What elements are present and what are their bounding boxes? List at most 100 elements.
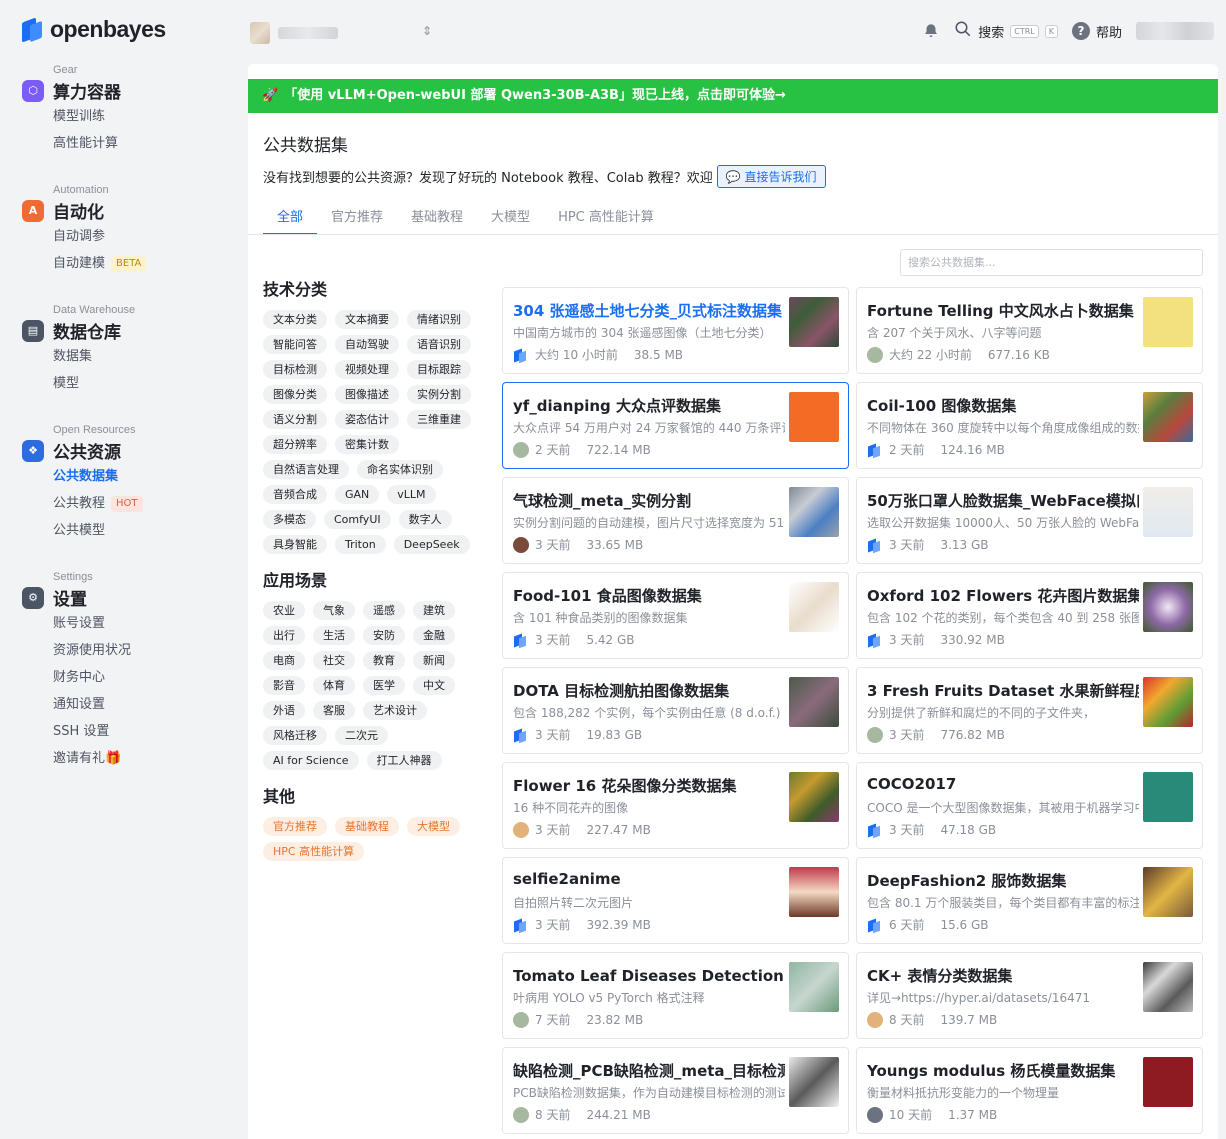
filter-tag[interactable]: 教育: [363, 651, 405, 670]
nav-section-0[interactable]: ⬡ 算力容器: [22, 78, 121, 103]
filter-tag[interactable]: 具身智能: [263, 535, 327, 554]
sidebar-item[interactable]: 高性能计算: [53, 130, 121, 157]
filter-tag[interactable]: 新闻: [413, 651, 455, 670]
filter-tag[interactable]: HPC 高性能计算: [263, 842, 365, 861]
dataset-title[interactable]: 缺陷检测_PCB缺陷检测_meta_目标检测: [513, 1060, 785, 1081]
nav-section-3[interactable]: ❖ 公共资源: [22, 438, 143, 463]
filter-tag[interactable]: 密集计数: [335, 435, 399, 454]
filter-tag[interactable]: 自然语言处理: [263, 460, 349, 479]
sidebar-item[interactable]: 资源使用状况: [53, 637, 131, 664]
sidebar-item[interactable]: 自动建模 BETA: [53, 250, 147, 277]
filter-tag[interactable]: 二次元: [335, 726, 388, 745]
filter-tag[interactable]: 图像分类: [263, 385, 327, 404]
filter-tag[interactable]: 基础教程: [335, 817, 399, 836]
filter-tag[interactable]: 命名实体识别: [357, 460, 443, 479]
filter-tag[interactable]: 外语: [263, 701, 305, 720]
sidebar-item[interactable]: 公共教程 HOT: [53, 490, 143, 517]
dataset-title[interactable]: yf_dianping 大众点评数据集: [513, 395, 785, 416]
sidebar-item[interactable]: 财务中心: [53, 664, 131, 691]
filter-tag[interactable]: 音频合成: [263, 485, 327, 504]
filter-tag[interactable]: 农业: [263, 601, 305, 620]
filter-tag[interactable]: 图像描述: [335, 385, 399, 404]
dataset-card[interactable]: 气球检测_meta_实例分割 实例分割问题的自动建模，图片尺寸选择宽度为 512 3…: [502, 477, 849, 564]
filter-tag[interactable]: 语义分割: [263, 410, 327, 429]
filter-tag[interactable]: 目标跟踪: [407, 360, 471, 379]
workspace-switcher[interactable]: ⇕: [250, 22, 432, 44]
dataset-card[interactable]: Flower 16 花朵图像分类数据集 16 种不同花卉的图像 3 天前 227.47…: [502, 762, 849, 849]
filter-tag[interactable]: 客服: [313, 701, 355, 720]
dataset-card[interactable]: 50万张口罩人脸数据集_WebFace模拟口罩 选取公开数据集 10000人、50…: [856, 477, 1203, 564]
dataset-title[interactable]: Youngs modulus 杨氏模量数据集: [867, 1060, 1139, 1081]
filter-tag[interactable]: 文本分类: [263, 310, 327, 329]
sidebar-item[interactable]: 邀请有礼🎁: [53, 745, 131, 772]
filter-tag[interactable]: 数字人: [398, 510, 452, 529]
nav-section-4[interactable]: ⚙ 设置: [22, 585, 131, 610]
tab-2[interactable]: 基础教程: [397, 207, 477, 235]
sidebar-item[interactable]: SSH 设置: [53, 718, 131, 745]
filter-tag[interactable]: 姿态估计: [335, 410, 399, 429]
dataset-card[interactable]: selfie2anime 自拍照片转二次元图片 3 天前 392.39 MB: [502, 857, 849, 944]
dataset-title[interactable]: 50万张口罩人脸数据集_WebFace模拟口罩: [867, 490, 1139, 511]
dataset-card[interactable]: 304 张遥感土地七分类_贝式标注数据集 中国南方城市的 304 张遥感图像（土地…: [502, 287, 849, 374]
dataset-card[interactable]: Coil-100 图像数据集 不同物体在 360 度旋转中以每个角度成像组成的数据…: [856, 382, 1203, 469]
sidebar-item[interactable]: 公共模型: [53, 517, 143, 544]
filter-tag[interactable]: 语音识别: [407, 335, 471, 354]
dataset-title[interactable]: selfie2anime: [513, 870, 785, 888]
filter-tag[interactable]: 安防: [363, 626, 405, 645]
dataset-card[interactable]: Oxford 102 Flowers 花卉图片数据集 包含 102 个花的类别，每…: [856, 572, 1203, 659]
help-button[interactable]: ? 帮助: [1071, 22, 1122, 41]
filter-tag[interactable]: 建筑: [413, 601, 455, 620]
filter-tag[interactable]: 影音: [263, 676, 305, 695]
dataset-card[interactable]: 缺陷检测_PCB缺陷检测_meta_目标检测 PCB缺陷检测数据集，作为自动建模目…: [502, 1047, 849, 1134]
sidebar-item[interactable]: 模型训练: [53, 103, 121, 130]
filter-tag[interactable]: 出行: [263, 626, 305, 645]
filter-tag[interactable]: 打工人神器: [366, 751, 442, 770]
filter-tag[interactable]: 文本摘要: [335, 310, 399, 329]
dataset-card[interactable]: Tomato Leaf Diseases Detection 番茄叶病检测数据集…: [502, 952, 849, 1039]
dataset-card[interactable]: yf_dianping 大众点评数据集 大众点评 54 万用户对 24 万家餐馆的…: [502, 382, 849, 469]
dataset-title[interactable]: 3 Fresh Fruits Dataset 水果新鲜程度分类数据集: [867, 680, 1139, 701]
filter-tag[interactable]: 医学: [363, 676, 405, 695]
filter-tag[interactable]: 超分辨率: [263, 435, 327, 454]
dataset-title[interactable]: Tomato Leaf Diseases Detection 番茄叶病检测数据集: [513, 965, 785, 986]
filter-tag[interactable]: DeepSeek: [393, 535, 470, 554]
filter-tag[interactable]: 智能问答: [263, 335, 327, 354]
filter-tag[interactable]: 三维重建: [407, 410, 471, 429]
nav-section-1[interactable]: A 自动化: [22, 198, 146, 223]
filter-tag[interactable]: 自动驾驶: [335, 335, 399, 354]
filter-tag[interactable]: 实例分割: [407, 385, 471, 404]
nav-section-2[interactable]: ▤ 数据仓库: [22, 318, 135, 343]
dataset-title[interactable]: DeepFashion2 服饰数据集: [867, 870, 1139, 891]
filter-tag[interactable]: 社交: [313, 651, 355, 670]
dataset-title[interactable]: Coil-100 图像数据集: [867, 395, 1139, 416]
dataset-title[interactable]: Food-101 食品图像数据集: [513, 585, 785, 606]
brand-logo[interactable]: openbayes: [22, 16, 166, 43]
filter-tag[interactable]: 金融: [413, 626, 455, 645]
announcement-banner[interactable]: 🚀 「使用 vLLM+Open-webUI 部署 Qwen3-30B-A3B」现…: [248, 79, 1218, 113]
filter-tag[interactable]: 体育: [313, 676, 355, 695]
filter-tag[interactable]: 情绪识别: [407, 310, 471, 329]
dataset-card[interactable]: COCO2017 COCO 是一个大型图像数据集，其被用于机器学习中的 3 天前 47…: [856, 762, 1203, 849]
dataset-title[interactable]: COCO2017: [867, 775, 1139, 793]
filter-tag[interactable]: ComfyUI: [324, 510, 391, 529]
filter-tag[interactable]: 气象: [313, 601, 355, 620]
filter-tag[interactable]: AI for Science: [263, 751, 359, 770]
dataset-title[interactable]: Flower 16 花朵图像分类数据集: [513, 775, 785, 796]
dataset-card[interactable]: Food-101 食品图像数据集含 101 种食品类别的图像数据集 3 天前 5.4…: [502, 572, 849, 659]
sidebar-item[interactable]: 通知设置: [53, 691, 131, 718]
dataset-card[interactable]: Fortune Telling 中文风水占卜数据集含 207 个关于风水、八字等…: [856, 287, 1203, 374]
tab-0[interactable]: 全部: [263, 207, 318, 235]
filter-tag[interactable]: 目标检测: [263, 360, 327, 379]
sidebar-item[interactable]: 公共数据集: [53, 463, 143, 490]
dataset-title[interactable]: 气球检测_meta_实例分割: [513, 490, 785, 511]
filter-tag[interactable]: 多模态: [263, 510, 316, 529]
filter-tag[interactable]: 视频处理: [335, 360, 399, 379]
filter-tag[interactable]: vLLM: [387, 485, 436, 504]
filter-tag[interactable]: 遥感: [363, 601, 405, 620]
filter-tag[interactable]: 官方推荐: [263, 817, 327, 836]
filter-tag[interactable]: 大模型: [407, 817, 460, 836]
dataset-title[interactable]: 304 张遥感土地七分类_贝式标注数据集: [513, 300, 785, 321]
dataset-card[interactable]: DeepFashion2 服饰数据集 包含 80.1 万个服装类目，每个类目都有丰…: [856, 857, 1203, 944]
user-menu[interactable]: [1136, 22, 1214, 40]
dataset-title[interactable]: Fortune Telling 中文风水占卜数据集: [867, 300, 1139, 321]
